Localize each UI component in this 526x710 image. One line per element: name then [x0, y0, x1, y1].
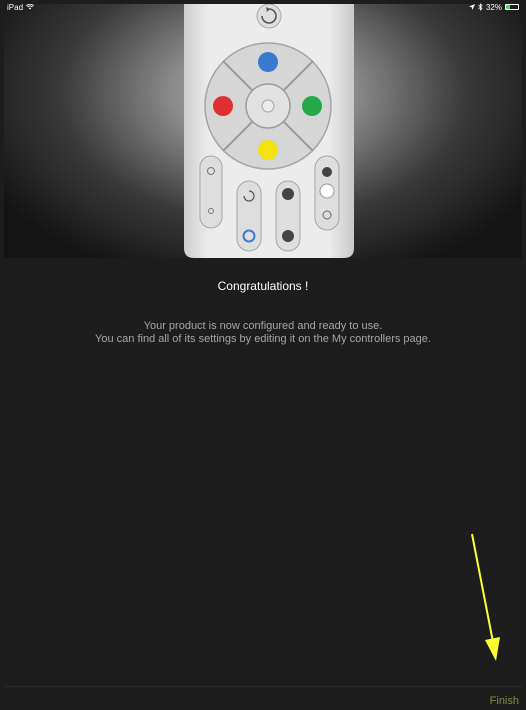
- status-right: 32%: [468, 2, 519, 12]
- confirmation-message: Your product is now configured and ready…: [4, 320, 522, 346]
- battery-level: [506, 5, 510, 9]
- message-line-2: You can find all of its settings by edit…: [95, 333, 431, 345]
- green-color-button: [302, 96, 322, 116]
- remote-illustration: [4, 4, 522, 258]
- page-title: Congratulations !: [217, 279, 309, 293]
- battery-percent: 32%: [485, 2, 502, 12]
- finish-button[interactable]: Finish: [490, 695, 519, 707]
- location-icon: [468, 4, 475, 10]
- favorite-1-icon: [282, 188, 294, 200]
- status-left: iPad: [7, 2, 35, 12]
- annotation-arrow-icon: [471, 533, 500, 661]
- yellow-color-button: [258, 140, 278, 160]
- device-label: iPad: [7, 2, 24, 12]
- battery-icon: [505, 4, 519, 10]
- brightness-rocker: [199, 155, 223, 229]
- blue-color-button: [258, 52, 278, 72]
- bluetooth-icon: [478, 3, 483, 11]
- favorite-2-icon: [282, 230, 294, 242]
- red-color-button: [213, 96, 233, 116]
- wifi-icon: [26, 4, 35, 10]
- bottom-bar: Finish: [4, 686, 522, 710]
- status-bar: iPad 32%: [4, 0, 522, 14]
- message-line-1: Your product is now configured and ready…: [143, 320, 383, 332]
